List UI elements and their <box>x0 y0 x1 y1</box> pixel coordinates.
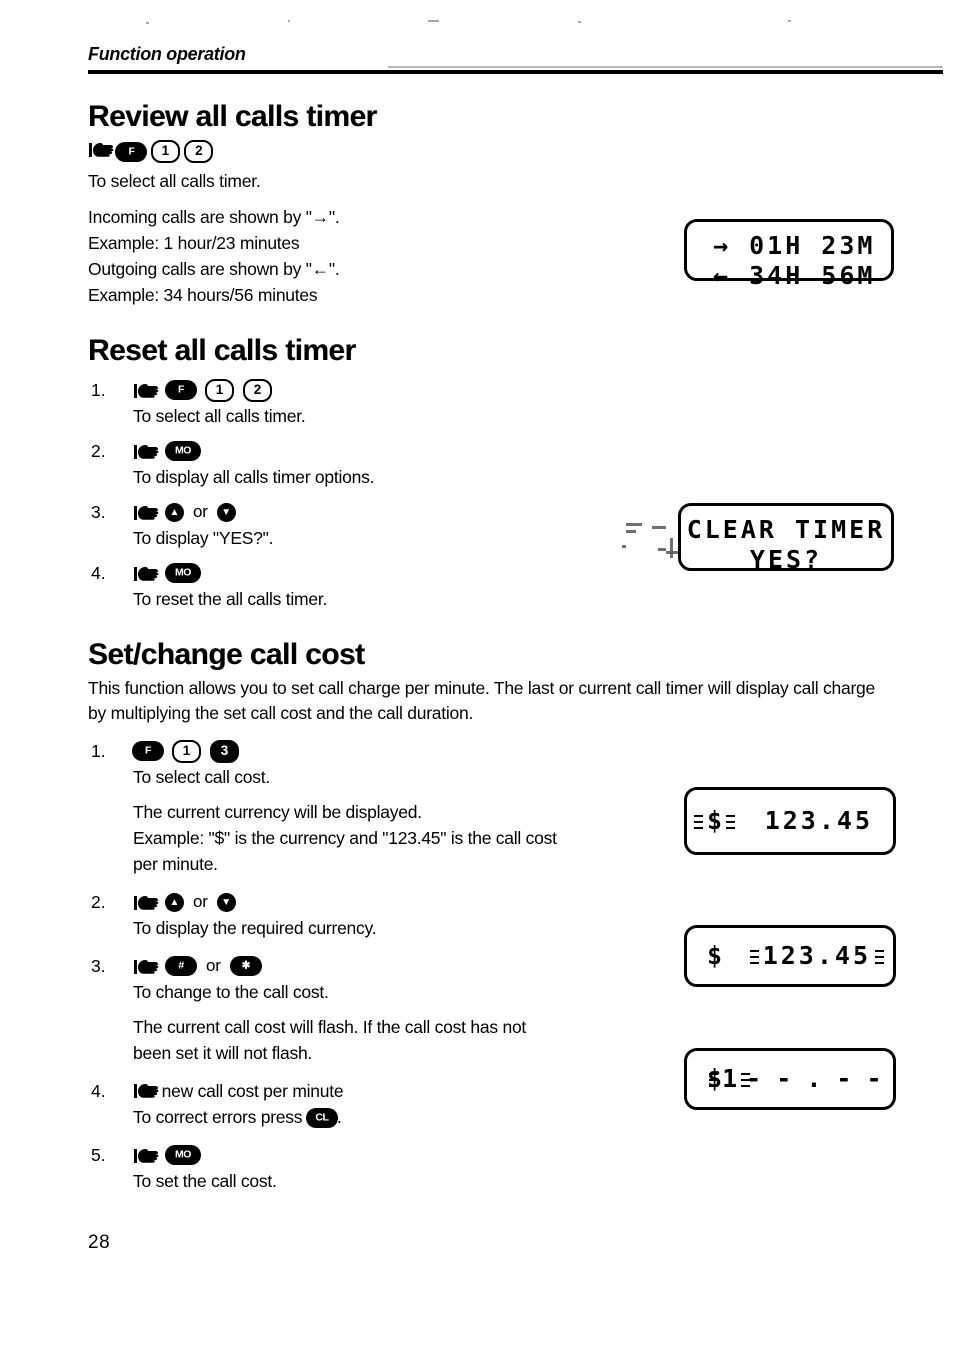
step-number: 3. <box>91 956 106 976</box>
key-hash-icon: # <box>166 957 196 975</box>
scanned-manual-page: Function operation Review all calls time… <box>0 0 954 1368</box>
correct-errors-prefix: To correct errors press <box>133 1107 307 1127</box>
page-number: 28 <box>88 1232 111 1253</box>
key-scroll-down-icon: ▼ <box>217 503 235 521</box>
running-header: Function operation <box>88 44 246 64</box>
pointing-hand-icon <box>133 442 159 461</box>
display-line-outgoing: ← 34H 56M <box>713 261 876 290</box>
clear-timer-display: CLEAR TIMER YES? <box>678 503 894 574</box>
step-item: 5. MO To set the call cost. <box>88 1142 878 1194</box>
step-text: To set the call cost. <box>133 1171 277 1191</box>
call-cost-entry-display: $ 1 - - . - - <box>684 1048 896 1110</box>
key-mo-icon: MO <box>166 442 200 460</box>
key-scroll-up-icon: ▲ <box>166 893 183 911</box>
display-line-yes-prompt: YES? <box>749 545 823 574</box>
all-calls-timer-display: → 01H 23M ← 34H 56M <box>684 219 894 290</box>
display-entry-placeholder: - - . - - <box>746 1064 882 1093</box>
scan-artifact <box>670 538 673 558</box>
header-rule <box>88 66 943 74</box>
step-key-sequence: ▲ or ▼ <box>133 889 878 915</box>
key-digit-1-icon: 1 <box>205 378 234 402</box>
step-number: 1. <box>91 741 106 761</box>
scan-speck <box>428 20 439 22</box>
scan-speck <box>578 21 581 23</box>
section-heading-set-change-call-cost: Set/change call cost <box>88 638 365 671</box>
step-text: To reset the all calls timer. <box>133 589 328 609</box>
call-cost-display: $ 123.45 <box>684 925 896 987</box>
call-cost-intro: This function allows you to set call cha… <box>88 678 875 723</box>
key-separator-or: or <box>193 892 208 911</box>
scan-speck <box>788 20 791 22</box>
key-digit-3-icon: 3 <box>210 739 239 763</box>
scan-artifact <box>658 548 666 551</box>
correct-errors-suffix: . <box>336 1107 342 1127</box>
pointing-hand-icon <box>133 503 159 522</box>
step-key-sequence: F 1 2 <box>133 377 878 403</box>
review-line-select: To select all calls timer. <box>88 171 261 191</box>
step-number: 1. <box>91 380 106 400</box>
step-number: 4. <box>91 563 106 583</box>
key-digit-2-icon: 2 <box>184 140 214 164</box>
key-f-icon: F <box>116 142 147 161</box>
display-call-cost-value: 123.45 <box>764 806 873 835</box>
step-number: 5. <box>91 1145 106 1165</box>
key-f-icon: F <box>133 742 163 760</box>
key-star-icon: ✱ <box>230 957 261 975</box>
key-digit-1-icon: 1 <box>172 739 201 763</box>
key-digit-2-icon: 2 <box>243 378 272 402</box>
step-number: 2. <box>91 892 106 912</box>
step-text: To display all calls timer options. <box>133 467 375 487</box>
key-mo-icon: MO <box>166 1146 200 1164</box>
step-item: 2. MO To display all calls timer options… <box>88 438 878 490</box>
key-scroll-up-icon: ▲ <box>166 503 183 521</box>
pointing-hand-icon <box>133 893 159 912</box>
step-subtext: The current call cost will flash. If the… <box>133 1017 527 1037</box>
step-key-sequence: MO <box>133 1142 878 1168</box>
scan-artifact <box>626 523 642 526</box>
scan-artifact <box>652 526 666 529</box>
key-f-icon: F <box>166 381 196 399</box>
display-line-incoming: → 01H 23M <box>713 231 876 260</box>
key-separator-or: or <box>206 956 221 975</box>
step-number: 3. <box>91 502 106 522</box>
key-separator-or: or <box>193 502 208 521</box>
step-key-sequence: F 1 3 <box>133 738 878 764</box>
display-line-clear-timer: CLEAR TIMER <box>686 515 886 544</box>
scan-artifact <box>622 545 626 548</box>
pointing-hand-icon <box>133 1146 159 1165</box>
pointing-hand-icon <box>133 381 159 400</box>
step-number: 2. <box>91 441 106 461</box>
step-key-sequence: MO <box>133 438 878 464</box>
pointing-hand-icon <box>133 564 159 583</box>
key-mo-icon: MO <box>166 564 200 582</box>
scan-speck <box>288 20 290 22</box>
display-call-cost-value-flashing: 123.45 <box>749 941 885 970</box>
step-number: 4. <box>91 1081 106 1101</box>
key-sequence-review: F 1 2 <box>88 140 878 164</box>
key-scroll-down-icon: ▼ <box>217 893 235 911</box>
pointing-hand-icon <box>88 140 114 159</box>
step-item: 1. F 1 2 To select all calls timer. <box>88 377 878 429</box>
section-heading-review-all-calls-timer: Review all calls timer <box>88 100 377 133</box>
step-text: To select all calls timer. <box>133 406 306 426</box>
scan-artifact <box>626 530 636 533</box>
display-currency-symbol-flashing: $ <box>693 806 736 835</box>
step-text: new call cost per minute <box>161 1081 344 1101</box>
currency-display: $ 123.45 <box>684 787 896 855</box>
scan-speck <box>146 22 149 24</box>
pointing-hand-icon <box>133 1081 159 1100</box>
section-heading-reset-all-calls-timer: Reset all calls timer <box>88 334 356 367</box>
key-cl-icon: CL <box>306 1109 337 1128</box>
pointing-hand-icon <box>133 957 159 976</box>
display-entry-digit-flashing: 1 <box>709 1064 751 1093</box>
key-digit-1-icon: 1 <box>150 140 180 164</box>
display-currency-symbol: $ <box>707 941 723 970</box>
